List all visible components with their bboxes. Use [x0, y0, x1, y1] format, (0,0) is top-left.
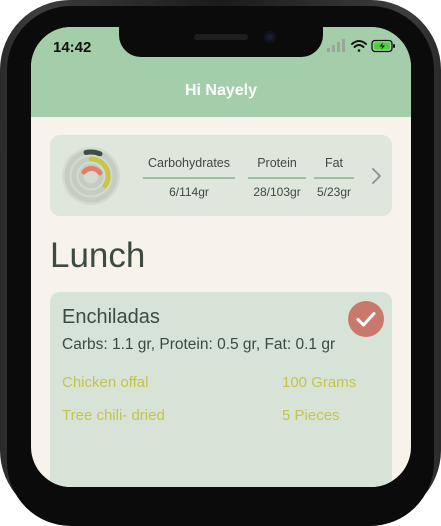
macro-value: 6/114gr: [169, 185, 209, 199]
wifi-icon: [351, 40, 367, 52]
side-button-left: [0, 120, 4, 152]
app-screen: 14:42 Hi Nayely Carbohydrates 6/114gr Pr…: [31, 27, 411, 487]
ingredient-name: Tree chili- dried: [62, 407, 165, 424]
meal-name: Enchiladas: [62, 306, 160, 328]
ingredient-amount: 100 Grams: [282, 374, 357, 391]
greeting-title: Hi Nayely: [184, 82, 258, 99]
front-camera: [264, 31, 276, 43]
macro-progress-ring: [62, 147, 120, 205]
macro-carbohydrates: Carbohydrates 6/114gr: [143, 156, 235, 199]
macro-value: 28/103gr: [253, 185, 301, 199]
side-button-right: [437, 190, 441, 260]
battery-icon: [371, 39, 395, 53]
meal-nutrition: Carbs: 1.1 gr, Protein: 0.5 gr, Fat: 0.1…: [62, 336, 336, 353]
status-time: 14:42: [53, 39, 92, 56]
chevron-right-icon[interactable]: [370, 166, 384, 186]
macro-label: Carbohydrates: [148, 156, 230, 170]
macro-summary-card[interactable]: Carbohydrates 6/114gr Protein 28/103gr F…: [50, 135, 392, 216]
macro-bar: [143, 177, 235, 179]
macro-protein: Protein 28/103gr: [248, 156, 306, 199]
signal-icon: [327, 39, 345, 52]
macro-bar: [248, 177, 306, 179]
meal-card[interactable]: Enchiladas Carbs: 1.1 gr, Protein: 0.5 g…: [50, 292, 392, 487]
notch: [119, 27, 323, 57]
fat-arc: [83, 149, 103, 157]
mark-eaten-button[interactable]: [348, 301, 384, 337]
macro-value: 5/23gr: [316, 185, 352, 199]
macro-fat: Fat 5/23gr: [314, 156, 354, 199]
meal-section-title: Lunch: [50, 236, 146, 275]
macro-label: Protein: [257, 156, 297, 170]
status-icons: [327, 39, 395, 53]
speaker: [194, 34, 248, 40]
macro-bar: [314, 177, 354, 179]
ingredient-amount: 5 Pieces: [282, 407, 340, 424]
checkmark-icon: [356, 312, 376, 327]
macro-label: Fat: [324, 156, 344, 170]
ingredient-name: Chicken offal: [62, 374, 149, 391]
